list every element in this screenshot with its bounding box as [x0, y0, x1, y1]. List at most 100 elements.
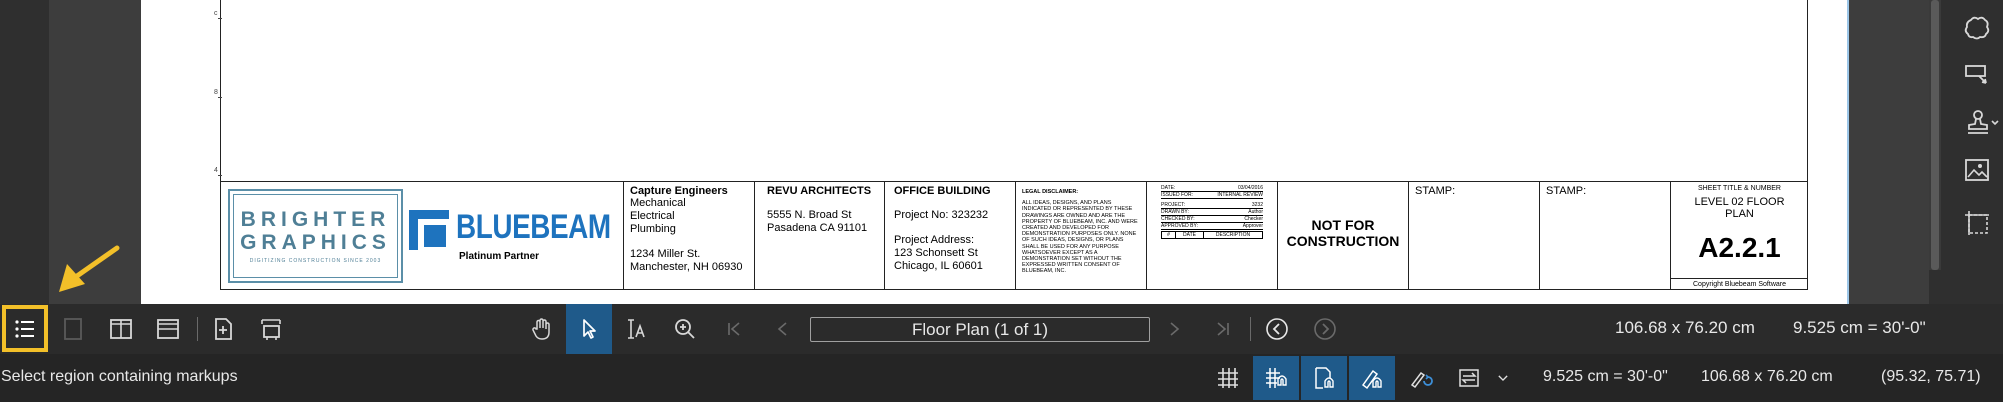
- issue-row: DATE: 03/04/2016: [1161, 185, 1263, 192]
- sync-button[interactable]: [1446, 356, 1492, 400]
- callout-icon[interactable]: [1955, 55, 1999, 95]
- construction-status: NOT FOR CONSTRUCTION: [1286, 217, 1400, 249]
- address-line: 5555 N. Broad St: [767, 209, 852, 221]
- status-bar: Select region containing markups 9.525 c…: [0, 354, 2003, 402]
- highlight-box: [2, 305, 48, 352]
- compare-documents-icon: [215, 318, 232, 340]
- snap-to-markup-button[interactable]: [1349, 356, 1395, 400]
- snapshot-icon[interactable]: [1955, 203, 1999, 243]
- issue-row: DRAWN BY: Author: [1161, 209, 1263, 216]
- split-horizontal-icon: [157, 319, 179, 339]
- text-select-button[interactable]: [614, 304, 660, 354]
- address-line: 123 Schonsett St: [894, 247, 978, 259]
- grid-label: c: [214, 10, 218, 17]
- snap-to-grid-button[interactable]: [1253, 356, 1299, 400]
- overlay-pages-icon: [261, 319, 281, 340]
- next-page-button[interactable]: [1152, 304, 1198, 354]
- engineer-name: Capture Engineers: [630, 185, 728, 197]
- brighter-graphics-logo: BRIGHTER GRAPHICS DIGITIZING CONSTRUCTIO…: [228, 189, 403, 283]
- legal-heading: LEGAL DISCLAIMER:: [1022, 189, 1079, 195]
- grid-label: 4: [214, 167, 218, 174]
- issue-value: INTERNAL REVIEW: [1217, 192, 1263, 198]
- stamp-cell: STAMP:: [1540, 182, 1671, 290]
- grid-icon: [1218, 368, 1238, 388]
- logo-line: BRIGHTER: [240, 208, 391, 231]
- page-navigator[interactable]: Floor Plan (1 of 1): [810, 317, 1150, 342]
- stamp-tool-icon[interactable]: [1955, 102, 2003, 142]
- chevron-down-icon: [1498, 375, 1508, 382]
- app-window: c 8 4 BRIGHTER GRAPHICS DIGITIZING CONST…: [0, 0, 2003, 402]
- split-horizontal-button[interactable]: [145, 304, 191, 354]
- previous-page-icon: [777, 322, 787, 336]
- issue-value: Checker: [1244, 216, 1263, 222]
- zoom-button[interactable]: [662, 304, 708, 354]
- logos-cell: BRIGHTER GRAPHICS DIGITIZING CONSTRUCTIO…: [221, 182, 624, 290]
- issue-col-header: DESCRIPTION: [1215, 232, 1251, 238]
- stamp-label: STAMP:: [1546, 185, 1587, 197]
- project-number: Project No: 323232: [894, 209, 989, 221]
- address-line: Pasadena CA 91101: [767, 222, 868, 234]
- issue-table-header: # DATE DESCRIPTION: [1161, 231, 1263, 239]
- left-panel-strip: [0, 0, 49, 304]
- cloud-shape-icon[interactable]: [1955, 8, 1999, 48]
- scrollbar-thumb[interactable]: [1931, 0, 1939, 270]
- page-size-readout: 106.68 x 76.20 cm: [1701, 368, 1833, 385]
- grid-tick: [218, 18, 222, 19]
- cursor-arrow-icon: [583, 319, 596, 339]
- discipline: Plumbing: [630, 223, 676, 235]
- copyright: Copyright Bluebeam Software: [1671, 278, 1808, 290]
- issue-value: Approver: [1242, 223, 1263, 229]
- compare-documents-button[interactable]: [200, 304, 246, 354]
- previous-page-button[interactable]: [759, 304, 805, 354]
- address-label: Project Address:: [894, 234, 975, 246]
- address-line: Manchester, NH 06930: [630, 261, 743, 273]
- legal-cell: LEGAL DISCLAIMER: ALL IDEAS, DESIGNS, AN…: [1016, 182, 1147, 290]
- sheet-title: LEVEL 02 FLOOR PLAN: [1694, 196, 1785, 220]
- address-line: Chicago, IL 60601: [894, 260, 983, 272]
- image-icon[interactable]: [1955, 150, 1999, 190]
- sync-dropdown-button[interactable]: [1490, 356, 1516, 400]
- snap-grid-icon: [1266, 368, 1287, 388]
- snap-content-icon: [1315, 367, 1334, 389]
- bluebeam-mark-icon: [409, 210, 452, 253]
- pan-tool-button[interactable]: [519, 304, 565, 354]
- previous-view-button[interactable]: [1254, 304, 1300, 354]
- page-edge: [1847, 0, 1849, 304]
- text-select-icon: [628, 319, 645, 339]
- scale-readout[interactable]: 9.525 cm = 30'-0": [1793, 318, 1926, 338]
- first-page-button[interactable]: [711, 304, 757, 354]
- stamp-label: STAMP:: [1415, 185, 1456, 197]
- split-vertical-button[interactable]: [98, 304, 144, 354]
- hand-icon: [532, 318, 550, 340]
- select-tool-button[interactable]: [566, 304, 612, 354]
- split-vertical-icon: [110, 319, 132, 339]
- last-page-button[interactable]: [1200, 304, 1246, 354]
- bluebeam-logo: BLUEBEAM Platinum Partner: [409, 206, 611, 262]
- bluebeam-wordmark: BLUEBEAM: [456, 208, 611, 246]
- reuse-markup-button[interactable]: [1398, 356, 1444, 400]
- grid-label: 8: [214, 89, 218, 96]
- sync-icon: [1459, 369, 1479, 387]
- title-block: BRIGHTER GRAPHICS DIGITIZING CONSTRUCTIO…: [221, 181, 1808, 290]
- single-page-button[interactable]: [50, 304, 96, 354]
- partner-label: Platinum Partner: [459, 251, 540, 262]
- back-circle-icon: [1266, 318, 1288, 340]
- issue-label: DRAWN BY:: [1161, 209, 1189, 215]
- discipline: Mechanical: [630, 197, 686, 209]
- snap-to-content-button[interactable]: [1301, 356, 1347, 400]
- grid-toggle-button[interactable]: [1205, 356, 1251, 400]
- vertical-scrollbar[interactable]: [1929, 0, 1941, 270]
- scale-readout[interactable]: 9.525 cm = 30'-0": [1543, 368, 1668, 386]
- sheet-cell: SHEET TITLE & NUMBER LEVEL 02 FLOOR PLAN…: [1671, 182, 1808, 290]
- pen-cycle-icon: [1410, 371, 1433, 389]
- navigation-toolbar: Floor Plan (1 of 1) 106.68 x 76.20 cm 9.…: [0, 304, 2003, 354]
- issue-label: PROJECT:: [1161, 202, 1186, 208]
- issue-cell: DATE: 03/04/2016 ISSUED FOR: INTERNAL REVI…: [1147, 182, 1278, 290]
- issue-label: DATE:: [1161, 185, 1176, 191]
- issue-label: CHECKED BY:: [1161, 216, 1195, 222]
- next-view-button[interactable]: [1302, 304, 1348, 354]
- architects-cell: REVU ARCHITECTS 5555 N. Broad St Pasaden…: [755, 182, 885, 290]
- toolbar-divider: [197, 317, 198, 341]
- overlay-pages-button[interactable]: [248, 304, 294, 354]
- issue-label: ISSUED FOR:: [1161, 192, 1193, 198]
